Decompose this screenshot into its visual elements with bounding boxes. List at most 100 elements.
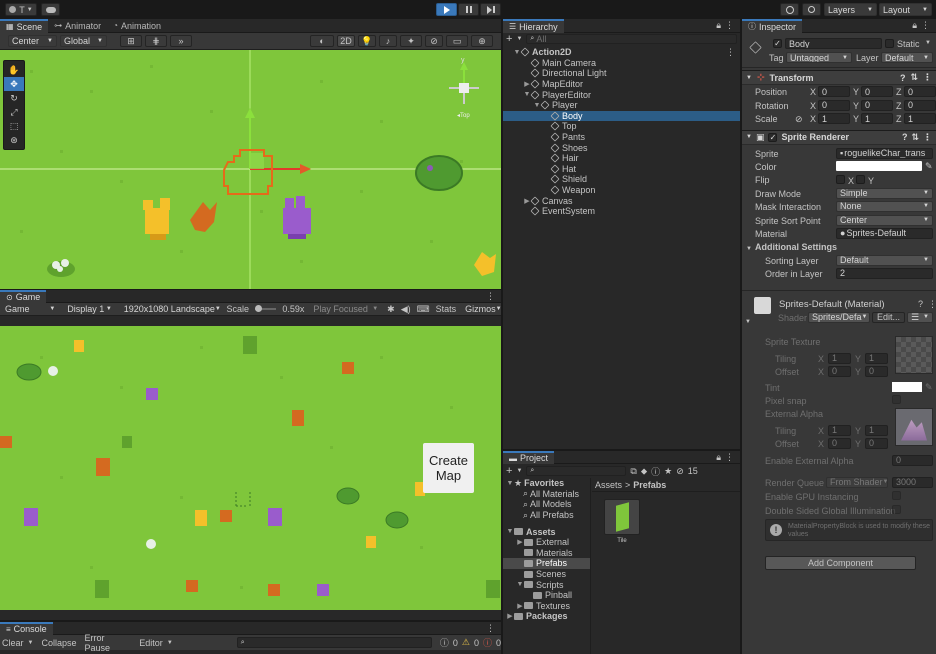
asset-tile[interactable]: Tile [604, 499, 640, 551]
project-search-input[interactable]: ⌕ [526, 466, 627, 476]
star-icon[interactable]: ★ [664, 466, 672, 477]
gizmos-toggle[interactable]: ⊕ [471, 35, 493, 47]
position-y-input[interactable]: 0 [861, 86, 893, 97]
object-name-input[interactable]: Body [785, 38, 882, 49]
help-icon[interactable]: ? [902, 132, 908, 142]
pause-button[interactable] [458, 3, 479, 16]
lock-icon[interactable]: 🔒︎ [716, 452, 721, 463]
hierarchy-item[interactable]: Pants [503, 132, 740, 143]
rotate-tool-button[interactable]: ↻ [4, 91, 24, 105]
favorite-item[interactable]: ⌕ All Models [503, 499, 590, 510]
more-options-icon[interactable]: ⋮ [725, 20, 734, 31]
chevron-down-icon[interactable]: ▼ [516, 581, 524, 588]
hierarchy-search-input[interactable]: ⌕ All [526, 34, 737, 44]
stats-button[interactable]: Stats [436, 304, 457, 314]
tint-swatch[interactable] [892, 381, 922, 392]
display-dropdown[interactable]: Display 1 ▼ [64, 304, 114, 315]
pixel-snap-checkbox[interactable] [892, 394, 901, 404]
sort-point-dropdown[interactable]: Center ▼ [836, 214, 933, 226]
hierarchy-item[interactable]: ▼ Player [503, 100, 740, 111]
draw-mode-button[interactable]: ◐ [310, 35, 334, 47]
help-icon[interactable]: ? [918, 299, 923, 309]
position-x-input[interactable]: 0 [818, 86, 850, 97]
add-icon[interactable]: + [506, 33, 512, 45]
lighting-toggle[interactable]: 💡 [358, 35, 376, 47]
draw-mode-dropdown[interactable]: Simple ▼ [836, 187, 933, 199]
tab-hierarchy[interactable]: ☰ Hierarchy [503, 18, 564, 33]
move-xy-handle[interactable] [250, 153, 264, 169]
effects-toggle[interactable]: ✦ [400, 35, 422, 47]
layer-dropdown[interactable]: Default ▼ [881, 52, 933, 63]
asset-folder-item[interactable]: Scenes [503, 569, 590, 580]
tiling-y-input-1[interactable]: 1 [865, 352, 888, 364]
label-icon[interactable]: ⬥ [641, 466, 647, 477]
scale-x-input[interactable]: 1 [818, 113, 850, 124]
play-button[interactable] [436, 3, 457, 16]
lock-icon[interactable]: 🔒︎ [716, 20, 721, 31]
render-queue-input[interactable]: 3000 [892, 476, 933, 488]
material-field[interactable]: ● Sprites-Default [836, 227, 933, 239]
chevron-down-icon[interactable]: ▼ [28, 640, 34, 646]
play-focused-dropdown[interactable]: Play Focused ▼ [310, 304, 381, 315]
hierarchy-item[interactable]: Shield [503, 174, 740, 185]
error-pause-button[interactable]: Error Pause [85, 633, 132, 653]
asset-folder-item[interactable]: Prefabs [503, 558, 590, 569]
camera-button[interactable]: ▭ [446, 35, 468, 47]
asset-folder-item[interactable]: ▼ Scripts [503, 579, 590, 590]
transform-tool-button[interactable]: ⊛ [4, 133, 24, 147]
keyboard-icon[interactable]: ⌨ [417, 304, 430, 315]
favorite-item[interactable]: ⌕ All Materials [503, 488, 590, 500]
orientation-gizmo[interactable]: y ◂Top [443, 57, 485, 120]
game-view-dropdown[interactable]: Game ▼ [2, 304, 58, 315]
step-button[interactable] [480, 3, 501, 16]
sprite-renderer-enabled-checkbox[interactable]: ✓ [768, 132, 778, 142]
texture-slot-2[interactable] [895, 407, 933, 446]
sorting-layer-dropdown[interactable]: Default ▼ [836, 254, 933, 266]
breadcrumb-prefabs[interactable]: Prefabs [633, 480, 666, 490]
visibility-count-icon[interactable]: ⊘ [676, 466, 684, 477]
gizmos-dropdown[interactable]: Gizmos ▼ [462, 304, 501, 315]
sprite-field[interactable]: ▪ roguelikeChar_trans [836, 147, 933, 159]
rect-tool-button[interactable]: ⬚ [4, 119, 24, 133]
move-tool-button[interactable]: ✥ [4, 77, 24, 91]
editor-dropdown[interactable]: Editor [139, 638, 163, 648]
2d-toggle[interactable]: 2D [337, 35, 355, 47]
hierarchy-item[interactable]: EventSystem [503, 206, 740, 217]
more-options-icon[interactable]: ⋮ [726, 47, 735, 58]
hierarchy-item[interactable]: Main Camera [503, 58, 740, 69]
chevron-down-icon[interactable]: ▼ [167, 640, 173, 646]
tab-scene[interactable]: ▦ Scene [0, 18, 49, 33]
console-search-input[interactable]: ⌕ [236, 637, 432, 648]
transform-header[interactable]: ▼ ⊹ Transform ? ⇅ ⋮ [742, 70, 936, 85]
help-icon[interactable]: ? [900, 73, 906, 83]
layers-dropdown[interactable]: Layers ▼ [824, 3, 877, 16]
chevron-down-icon[interactable]: ▼ [745, 319, 751, 325]
hierarchy-item[interactable]: Body [503, 110, 740, 122]
hierarchy-item[interactable]: Weapon [503, 185, 740, 196]
scale-z-input[interactable]: 1 [904, 113, 936, 124]
tag-dropdown[interactable]: Untagged ▼ [786, 52, 852, 63]
preset-icon[interactable]: ⇅ [910, 72, 918, 83]
tab-animation[interactable]: ◔ Animation [107, 19, 167, 33]
rotation-y-input[interactable]: 0 [861, 99, 893, 111]
hierarchy-item[interactable]: Hair [503, 153, 740, 164]
chevron-right-icon[interactable]: ▶ [516, 602, 524, 610]
tab-inspector[interactable]: ⓘ Inspector [742, 19, 803, 33]
hierarchy-item[interactable]: Top [503, 121, 740, 132]
more-options-icon[interactable]: ⋮ [923, 132, 932, 143]
mask-interaction-dropdown[interactable]: None ▼ [836, 200, 933, 212]
space-dropdown[interactable]: Global ▼ [60, 35, 107, 47]
rotation-x-input[interactable]: 0 [818, 99, 850, 111]
hand-tool-button[interactable]: ✋ [4, 63, 24, 77]
hierarchy-item[interactable]: ▼ PlayerEditor [503, 89, 740, 100]
chevron-down-icon[interactable]: ▼ [925, 40, 931, 46]
preset-icon[interactable]: ⇅ [911, 132, 919, 143]
shader-dropdown[interactable]: Sprites/Defa ▼ [808, 311, 870, 323]
rotation-z-input[interactable]: 0 [904, 99, 936, 111]
breadcrumb-assets[interactable]: Assets [595, 480, 622, 490]
more-options-icon[interactable]: ⋮ [921, 20, 930, 31]
more-options-icon[interactable]: ⋮ [725, 452, 734, 463]
tiling-x-input-1[interactable]: 1 [828, 352, 851, 364]
additional-settings-header[interactable]: ▼ Additional Settings [746, 242, 837, 252]
active-checkbox[interactable]: ✓ [773, 39, 782, 48]
